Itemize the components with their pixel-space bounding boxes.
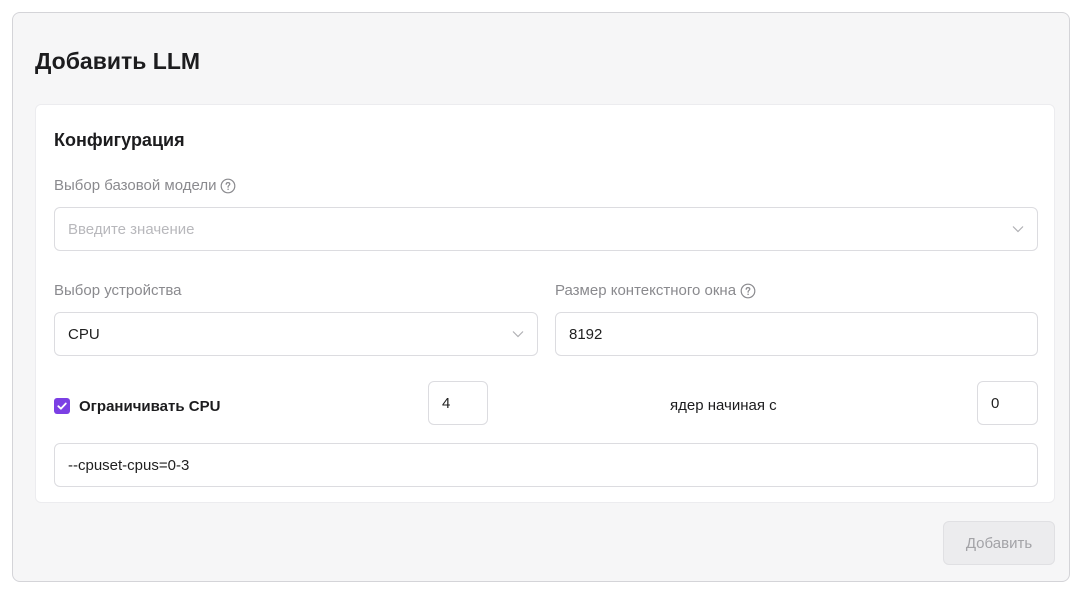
device-label-text: Выбор устройства <box>54 282 182 299</box>
limit-cpu-checkbox[interactable] <box>54 398 70 414</box>
device-select[interactable]: CPU <box>54 312 538 356</box>
configuration-panel: Конфигурация Выбор базовой модели Введит… <box>35 104 1055 503</box>
cpu-start-value: 0 <box>991 394 1000 412</box>
add-llm-card: Добавить LLM Конфигурация Выбор базовой … <box>12 12 1070 582</box>
cpuset-input[interactable]: --cpuset-cpus=0-3 <box>54 443 1038 487</box>
cores-starting-label: ядер начиная с <box>670 397 777 414</box>
limit-cpu-label[interactable]: Ограничивать CPU <box>79 398 220 415</box>
base-model-label-text: Выбор базовой модели <box>54 177 217 194</box>
cpuset-value: --cpuset-cpus=0-3 <box>68 456 190 474</box>
add-button[interactable]: Добавить <box>943 521 1055 565</box>
cpu-start-input[interactable]: 0 <box>977 381 1038 425</box>
device-label: Выбор устройства <box>54 281 182 301</box>
limit-cpu-row: Ограничивать CPU <box>54 395 220 417</box>
page-title: Добавить LLM <box>35 48 201 74</box>
base-model-select[interactable]: Введите значение <box>54 207 1038 251</box>
configuration-title: Конфигурация <box>54 130 185 150</box>
cpu-cores-value: 4 <box>442 394 451 412</box>
base-model-label: Выбор базовой модели <box>54 176 236 196</box>
context-window-label-text: Размер контекстного окна <box>555 282 737 299</box>
checkmark-icon <box>57 402 67 410</box>
chevron-down-icon <box>1012 226 1024 233</box>
context-window-label: Размер контекстного окна <box>555 281 756 301</box>
context-window-input[interactable]: 8192 <box>555 312 1038 356</box>
cpu-cores-input[interactable]: 4 <box>428 381 488 425</box>
help-circle-icon[interactable] <box>220 178 236 194</box>
context-window-value: 8192 <box>569 325 603 343</box>
chevron-down-icon <box>512 331 524 338</box>
device-value: CPU <box>68 325 100 343</box>
help-circle-icon[interactable] <box>740 283 756 299</box>
base-model-placeholder: Введите значение <box>68 220 195 238</box>
